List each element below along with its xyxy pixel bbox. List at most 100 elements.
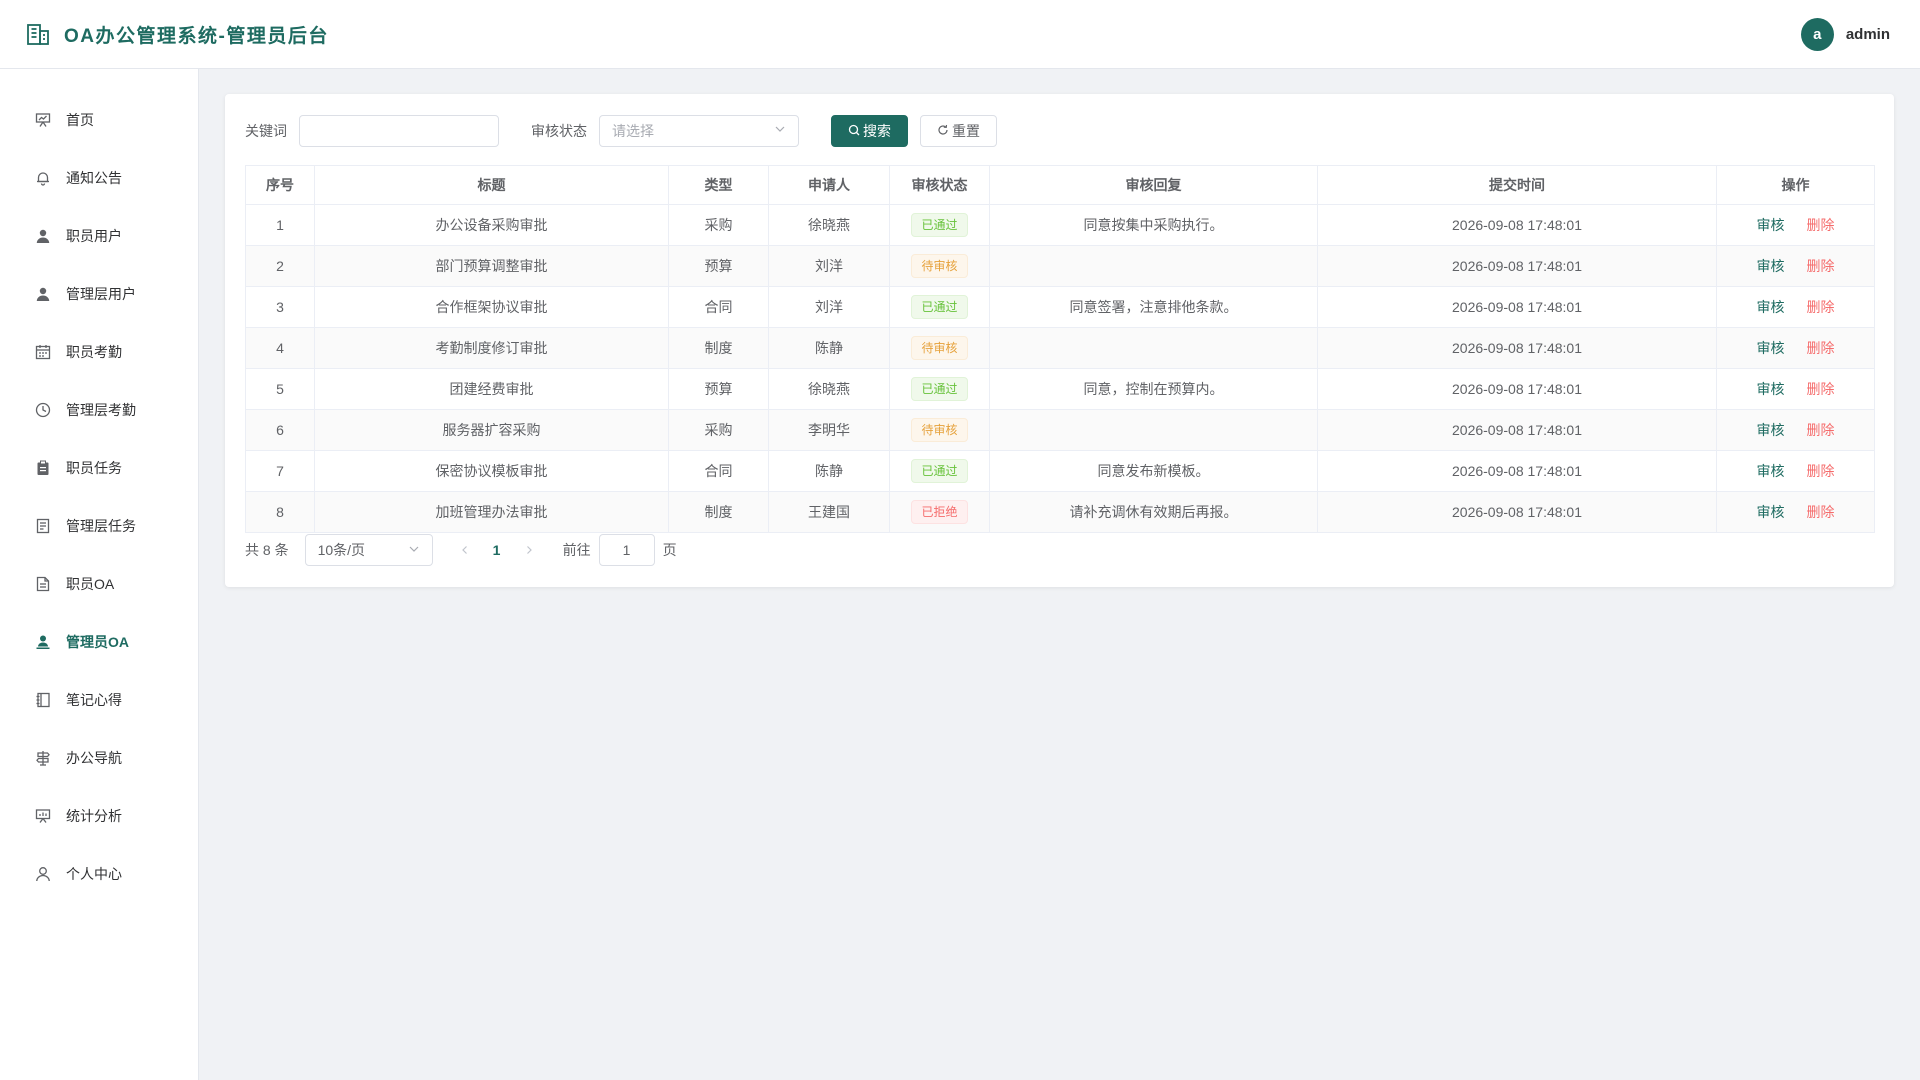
delete-button[interactable]: 删除: [1807, 463, 1835, 479]
delete-button[interactable]: 删除: [1807, 258, 1835, 274]
presentation-icon: [34, 111, 52, 129]
sidebar-item-staff-oa[interactable]: 职员OA: [0, 555, 198, 613]
keyword-input[interactable]: [299, 115, 499, 147]
sidebar: 首页 通知公告 职员用户 管理层用户 职员考勤 管理层考勤 职员任务 管理层任务…: [0, 69, 199, 1080]
delete-button[interactable]: 删除: [1807, 504, 1835, 520]
sidebar-item-office-nav[interactable]: 办公导航: [0, 729, 198, 787]
sidebar-item-notes[interactable]: 笔记心得: [0, 671, 198, 729]
sidebar-item-home[interactable]: 首页: [0, 91, 198, 149]
status-badge: 已通过: [911, 295, 968, 319]
sidebar-item-manager-tasks[interactable]: 管理层任务: [0, 497, 198, 555]
cell-title: 办公设备采购审批: [314, 204, 669, 246]
status-label: 审核状态: [531, 123, 587, 139]
cell-index: 3: [245, 286, 315, 328]
clipboard-icon: [34, 459, 52, 477]
approval-table: 序号 标题 类型 申请人 审核状态 审核回复 提交时间 操作 1 办公设备采购审批…: [245, 165, 1875, 533]
search-icon: [848, 123, 860, 139]
document-icon: [34, 575, 52, 593]
table-row: 1 办公设备采购审批 采购 徐晓燕 已通过 同意按集中采购执行。 2026-09-08 17…: [245, 204, 1875, 246]
audit-button[interactable]: 审核: [1757, 299, 1785, 315]
avatar[interactable]: a: [1800, 17, 1834, 51]
notebook-icon: [34, 691, 52, 709]
sidebar-item-label: 通知公告: [66, 170, 122, 186]
audit-button[interactable]: 审核: [1757, 504, 1785, 520]
user-filled-icon: [34, 227, 52, 245]
delete-button[interactable]: 删除: [1807, 217, 1835, 233]
sidebar-item-label: 职员用户: [66, 228, 122, 244]
cell-actions: 审核 删除: [1716, 368, 1875, 410]
search-button[interactable]: 搜索: [831, 115, 908, 147]
page-size-select[interactable]: 10条/页: [304, 534, 433, 566]
goto-page-input[interactable]: [598, 534, 655, 566]
chevron-right-icon: [526, 546, 532, 554]
audit-button[interactable]: 审核: [1757, 463, 1785, 479]
cell-submit-time: 2026-09-08 17:48:01: [1317, 245, 1717, 287]
sidebar-item-manager-attendance[interactable]: 管理层考勤: [0, 381, 198, 439]
cell-applicant: 徐晓燕: [768, 204, 890, 246]
data-board-icon: [34, 807, 52, 825]
column-header: 审核回复: [989, 165, 1318, 205]
cell-reply: [989, 409, 1318, 451]
audit-button[interactable]: 审核: [1757, 422, 1785, 438]
audit-button[interactable]: 审核: [1757, 381, 1785, 397]
sidebar-item-manager-users[interactable]: 管理层用户: [0, 265, 198, 323]
cell-actions: 审核 删除: [1716, 450, 1875, 492]
page-size-value: 10条/页: [317, 542, 366, 558]
search-button-label: 搜索: [863, 123, 891, 139]
audit-button[interactable]: 审核: [1757, 340, 1785, 356]
app-title: OA办公管理系统-管理员后台: [64, 25, 329, 47]
username[interactable]: admin: [1846, 26, 1890, 43]
sidebar-item-label: 首页: [66, 112, 94, 128]
table-row: 5 团建经费审批 预算 徐晓燕 已通过 同意，控制在预算内。 2026-09-08 17:4…: [245, 368, 1875, 410]
keyword-label: 关键词: [245, 123, 287, 139]
reset-button[interactable]: 重置: [920, 115, 997, 147]
sidebar-item-statistics[interactable]: 统计分析: [0, 787, 198, 845]
cell-status: 已通过: [889, 368, 990, 410]
chevron-down-icon: [774, 122, 786, 140]
sidebar-item-staff-tasks[interactable]: 职员任务: [0, 439, 198, 497]
office-building-icon: [26, 22, 50, 46]
cell-index: 5: [245, 368, 315, 410]
table-row: 4 考勤制度修订审批 制度 陈静 待审核 2026-09-08 17:48:01 审核 删除: [245, 327, 1875, 369]
audit-button[interactable]: 审核: [1757, 217, 1785, 233]
delete-button[interactable]: 删除: [1807, 299, 1835, 315]
page-number-current[interactable]: 1: [481, 542, 513, 558]
chevron-left-icon: [461, 546, 467, 554]
cell-reply: 同意按集中采购执行。: [989, 204, 1318, 246]
sidebar-item-profile[interactable]: 个人中心: [0, 845, 198, 903]
prev-page-button[interactable]: [449, 542, 481, 558]
brand: OA办公管理系统-管理员后台: [26, 21, 329, 48]
sidebar-item-label: 办公导航: [66, 750, 122, 766]
cell-index: 2: [245, 245, 315, 287]
cell-reply: 同意签署，注意排他条款。: [989, 286, 1318, 328]
cell-applicant: 刘洋: [768, 245, 890, 287]
delete-button[interactable]: 删除: [1807, 422, 1835, 438]
delete-button[interactable]: 删除: [1807, 340, 1835, 356]
sidebar-item-admin-oa[interactable]: 管理员OA: [0, 613, 198, 671]
user-menu[interactable]: a admin: [1800, 17, 1890, 51]
sidebar-item-label: 统计分析: [66, 808, 122, 824]
avatar-icon: [34, 633, 52, 651]
delete-button[interactable]: 删除: [1807, 381, 1835, 397]
cell-submit-time: 2026-09-08 17:48:01: [1317, 409, 1717, 451]
next-page-button[interactable]: [513, 542, 545, 558]
sidebar-item-label: 职员OA: [66, 576, 115, 592]
sidebar-item-staff-users[interactable]: 职员用户: [0, 207, 198, 265]
cell-type: 合同: [668, 450, 769, 492]
sidebar-item-label: 管理层考勤: [66, 402, 136, 418]
filter-bar: 关键词 审核状态 请选择 搜索 重置: [245, 114, 1874, 148]
status-badge: 已通过: [911, 377, 968, 401]
cell-index: 6: [245, 409, 315, 451]
cell-title: 合作框架协议审批: [314, 286, 669, 328]
cell-type: 制度: [668, 327, 769, 369]
top-header: OA办公管理系统-管理员后台 a admin: [0, 0, 1920, 69]
cell-type: 采购: [668, 409, 769, 451]
cell-type: 采购: [668, 204, 769, 246]
sidebar-item-staff-attendance[interactable]: 职员考勤: [0, 323, 198, 381]
status-select[interactable]: 请选择: [599, 115, 799, 147]
cell-reply: 同意，控制在预算内。: [989, 368, 1318, 410]
cell-actions: 审核 删除: [1716, 204, 1875, 246]
sidebar-item-notice[interactable]: 通知公告: [0, 149, 198, 207]
audit-button[interactable]: 审核: [1757, 258, 1785, 274]
status-badge: 待审核: [911, 336, 968, 360]
